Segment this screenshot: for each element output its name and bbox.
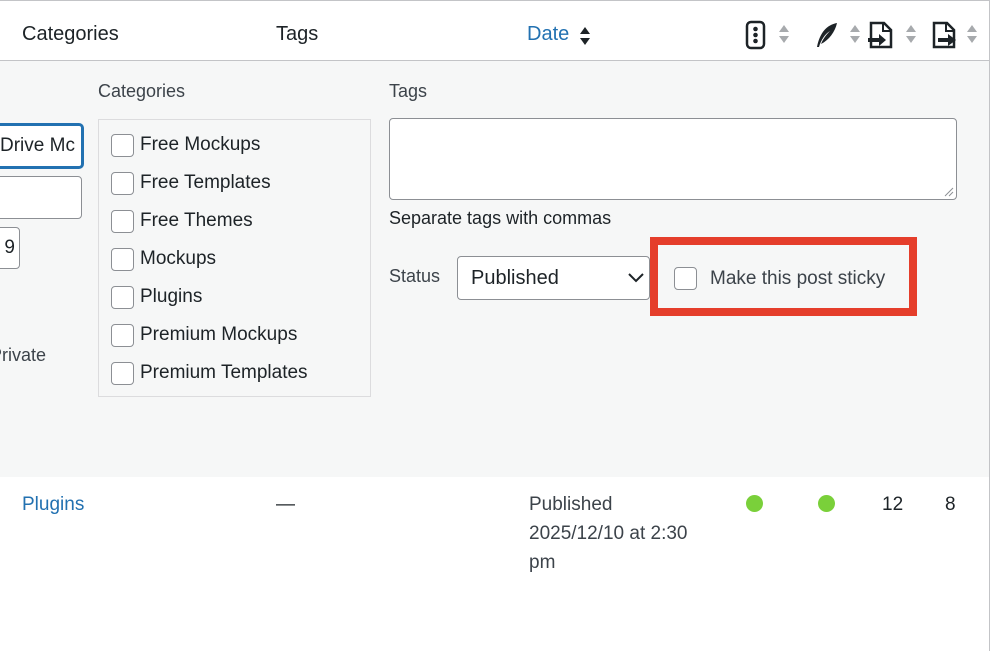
chevron-down-icon: [628, 273, 644, 283]
private-label: Private: [0, 345, 47, 365]
sticky-label: Make this post sticky: [710, 267, 886, 289]
category-checkbox[interactable]: [111, 285, 134, 309]
category-item[interactable]: Free Mockups: [111, 132, 260, 158]
category-item[interactable]: Free Themes: [111, 208, 253, 234]
title-input-value: Drive Mc: [0, 135, 75, 156]
tags-label: Tags: [389, 81, 428, 101]
category-label: Free Mockups: [140, 134, 261, 155]
row-category-link[interactable]: Plugins: [22, 490, 84, 519]
feather-icon[interactable]: [812, 20, 840, 50]
table-right-border: [989, 0, 990, 651]
title-input[interactable]: Drive Mc: [0, 124, 83, 168]
date-year-input[interactable]: 9: [0, 227, 20, 269]
categories-label: Categories: [98, 81, 186, 101]
category-checkbox[interactable]: [111, 209, 134, 233]
table-top-border: [0, 0, 990, 8]
category-label: Plugins: [140, 286, 203, 307]
tags-help-text: Separate tags with commas: [389, 208, 612, 228]
column-header-date[interactable]: Date: [527, 8, 569, 60]
categories-checklist: Free Mockups Free Templates Free Themes …: [98, 119, 371, 397]
date-year-value: 9: [4, 237, 15, 258]
outgoing-links-icon[interactable]: [930, 20, 958, 50]
status-select-value: Published: [471, 267, 559, 289]
category-item[interactable]: Premium Mockups: [111, 322, 297, 348]
status-label: Status: [389, 266, 441, 286]
table-header: Categories Tags Date: [0, 8, 989, 61]
sort-arrows-icon[interactable]: [905, 22, 917, 46]
quick-edit-panel: Drive Mc 9 Private Categories Free Mocku…: [0, 61, 989, 477]
row-date-status: Published: [529, 494, 613, 515]
resize-grip-icon[interactable]: [944, 187, 954, 197]
sticky-checkbox[interactable]: [674, 267, 697, 290]
incoming-links-icon[interactable]: [867, 20, 895, 50]
category-item[interactable]: Mockups: [111, 246, 216, 272]
column-header-categories: Categories: [22, 23, 119, 45]
category-item[interactable]: Free Templates: [111, 170, 271, 196]
category-label: Mockups: [140, 248, 217, 269]
category-checkbox[interactable]: [111, 133, 134, 157]
sort-arrows-icon[interactable]: [778, 22, 790, 46]
category-label: Free Templates: [140, 172, 271, 193]
traffic-light-icon[interactable]: [742, 20, 770, 50]
row-date-value: 2025/12/10 at 2:30: [529, 523, 688, 544]
sticky-option[interactable]: Make this post sticky: [674, 267, 885, 290]
category-label: Premium Templates: [140, 362, 308, 383]
category-item[interactable]: Plugins: [111, 284, 202, 310]
category-checkbox[interactable]: [111, 323, 134, 347]
sticky-highlight-frame: Make this post sticky: [650, 237, 917, 316]
slug-input[interactable]: [0, 176, 82, 219]
seo-score-indicator: [746, 495, 763, 512]
sort-arrows-icon[interactable]: [849, 22, 861, 46]
column-header-tags: Tags: [276, 23, 319, 45]
sort-indicator-icon[interactable]: [579, 25, 591, 47]
row-date-time-suffix: pm: [529, 552, 556, 573]
row-tags: —: [276, 494, 295, 515]
row-incoming-links-count: 12: [882, 494, 904, 515]
category-checkbox[interactable]: [111, 361, 134, 385]
sort-arrows-icon[interactable]: [966, 22, 978, 46]
category-item[interactable]: Premium Templates: [111, 360, 308, 386]
table-row: Plugins — Published 2025/12/10 at 2:30 p…: [0, 477, 989, 651]
readability-score-indicator: [818, 495, 835, 512]
category-label: Free Themes: [140, 210, 253, 231]
category-checkbox[interactable]: [111, 247, 134, 271]
category-checkbox[interactable]: [111, 171, 134, 195]
category-label: Premium Mockups: [140, 324, 298, 345]
row-outgoing-links-count: 8: [945, 494, 956, 515]
status-select[interactable]: Published: [457, 256, 650, 300]
tags-textarea[interactable]: [389, 118, 957, 200]
